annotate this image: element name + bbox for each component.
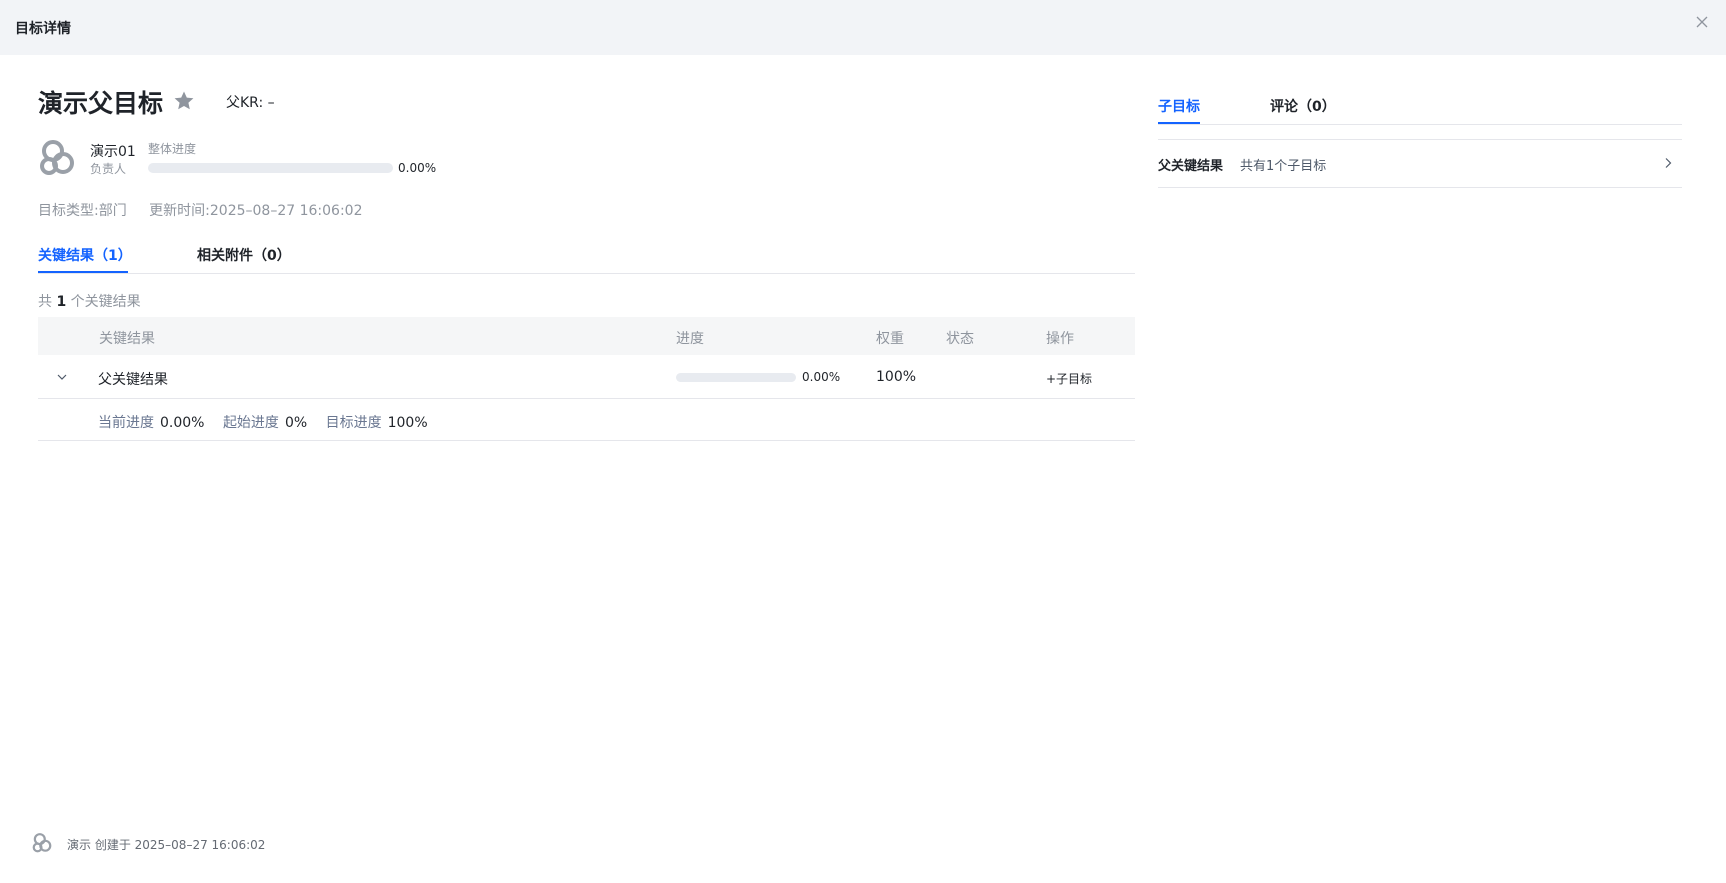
kr-weight: 100% bbox=[876, 369, 917, 385]
tab-comments[interactable]: 评论（0） bbox=[1270, 96, 1336, 116]
overall-progress-label: 整体进度 bbox=[148, 142, 197, 156]
kr-table-header: 关键结果 进度 权重 状态 操作 bbox=[38, 317, 1135, 355]
overall-progress-value: 0.00% bbox=[398, 161, 437, 175]
overall-progress-bar bbox=[148, 163, 393, 173]
kr-name: 父关键结果 bbox=[98, 372, 168, 388]
chevron-down-icon[interactable] bbox=[55, 370, 69, 384]
tab-attachments[interactable]: 相关附件（0） bbox=[197, 245, 291, 265]
parent-kr: 父KR: – bbox=[226, 92, 275, 112]
right-tabs-divider bbox=[1158, 124, 1682, 125]
modal-header: 目标详情 bbox=[0, 0, 1726, 55]
current-progress-label: 当前进度 bbox=[98, 415, 154, 431]
creator-avatar-icon bbox=[32, 833, 52, 853]
owner-name: 演示01 bbox=[90, 144, 136, 160]
user-avatar-icon bbox=[40, 140, 74, 175]
list-item[interactable]: 父关键结果 共有1个子目标 bbox=[1158, 139, 1682, 188]
target-progress-label: 目标进度 bbox=[325, 415, 382, 431]
table-row: 父关键结果 0.00% 100% +子目标 bbox=[38, 355, 1135, 399]
target-progress-value: 100% bbox=[387, 415, 428, 431]
kr-detail: 当前进度 0.00% 起始进度 0% 目标进度 100% bbox=[98, 412, 442, 432]
kr-count-number: 1 bbox=[56, 294, 67, 310]
updated-label: 更新时间: bbox=[149, 203, 210, 219]
tab-key-results[interactable]: 关键结果（1） bbox=[38, 245, 132, 265]
type-label: 目标类型: bbox=[38, 203, 99, 219]
objective-meta: 目标类型:部门 更新时间:2025–08–27 16:06:02 bbox=[38, 200, 380, 220]
objective-title: 演示父目标 bbox=[38, 89, 164, 118]
column-action: 操作 bbox=[1046, 331, 1074, 347]
parent-kr-label: 父KR: bbox=[226, 95, 264, 111]
close-icon[interactable] bbox=[1694, 14, 1710, 30]
start-progress-label: 起始进度 bbox=[222, 415, 279, 431]
kr-detail-row: 当前进度 0.00% 起始进度 0% 目标进度 100% bbox=[38, 399, 1135, 441]
kr-progress-bar bbox=[676, 373, 796, 382]
kr-count: 共 1 个关键结果 bbox=[38, 291, 141, 311]
sub-objective-parent-kr: 父关键结果 bbox=[1158, 159, 1224, 174]
column-kr: 关键结果 bbox=[99, 331, 155, 347]
sub-objective-count: 共有1个子目标 bbox=[1240, 159, 1327, 174]
kr-progress-value: 0.00% bbox=[802, 370, 841, 384]
add-sub-objective-button[interactable]: +子目标 bbox=[1046, 370, 1092, 387]
type-value: 部门 bbox=[98, 203, 127, 219]
start-progress-value: 0% bbox=[284, 415, 308, 431]
column-progress: 进度 bbox=[676, 331, 704, 347]
updated-time: 更新时间:2025–08–27 16:06:02 bbox=[149, 203, 362, 219]
owner-role: 负责人 bbox=[90, 162, 127, 176]
modal-title: 目标详情 bbox=[15, 21, 71, 37]
created-info: 演示 创建于 2025–08–27 16:06:02 bbox=[67, 838, 266, 852]
parent-kr-value: – bbox=[267, 95, 275, 111]
tabs-divider bbox=[38, 273, 1135, 274]
tab-sub-objectives[interactable]: 子目标 bbox=[1158, 96, 1200, 116]
star-icon[interactable] bbox=[172, 89, 196, 113]
updated-value: 2025–08–27 16:06:02 bbox=[209, 203, 363, 219]
current-progress-value: 0.00% bbox=[160, 415, 205, 431]
objective-type: 目标类型:部门 bbox=[38, 203, 127, 219]
column-status: 状态 bbox=[946, 331, 974, 347]
column-weight: 权重 bbox=[876, 331, 904, 347]
chevron-right-icon bbox=[1665, 158, 1672, 168]
kr-count-suffix: 个关键结果 bbox=[70, 294, 141, 310]
kr-count-prefix: 共 bbox=[38, 294, 52, 310]
